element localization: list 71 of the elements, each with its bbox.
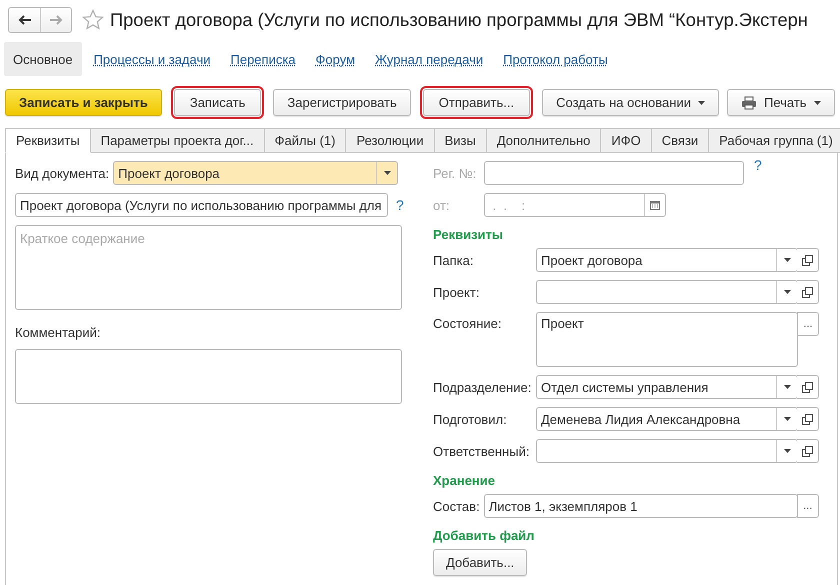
section-link[interactable]: Протокол работы — [495, 42, 616, 76]
field-label: Состояние: — [433, 315, 502, 331]
group-heading: Хранение — [433, 473, 496, 488]
toolbar-button[interactable]: Создать на основании — [542, 89, 719, 116]
tab[interactable]: Визы — [434, 128, 487, 153]
tab[interactable]: Параметры проекта дог... — [90, 128, 265, 153]
select-field[interactable]: Проект договора — [536, 248, 798, 272]
caret-icon — [784, 449, 790, 453]
input-field[interactable]: Листов 1, экземпляров 1 — [484, 494, 798, 518]
help-link[interactable]: ? — [396, 197, 404, 213]
window-title: Проект договора (Услуги по использованию программы для ЭВМ “Контур.Экстерн — [110, 9, 808, 31]
input-field[interactable] — [484, 161, 744, 185]
open-button[interactable] — [797, 407, 819, 431]
field-label: Подразделение: — [433, 380, 532, 394]
input-field[interactable]: Проект договора (Услуги по использованию программы для — [15, 193, 388, 217]
back-arrow-icon — [18, 15, 32, 25]
forward-arrow-icon — [49, 15, 63, 25]
open-window-icon — [802, 254, 813, 266]
field-label: Состав: — [433, 498, 480, 514]
select-field[interactable] — [536, 439, 798, 463]
tab[interactable]: Рабочая группа (1) — [709, 128, 840, 153]
open-window-icon — [802, 414, 813, 424]
field-label: Папка: — [433, 252, 474, 268]
open-button[interactable] — [797, 439, 819, 463]
field-label: Комментарий: — [15, 325, 102, 340]
caret-icon — [784, 417, 790, 421]
field-label: от: — [433, 198, 451, 212]
section-link[interactable]: Основное — [4, 42, 82, 76]
tab[interactable]: ИФО — [601, 128, 652, 153]
add-button[interactable]: Добавить... — [433, 549, 528, 576]
field-label: Подготовил: — [433, 412, 508, 426]
field-label: Ответственный: — [433, 444, 530, 458]
open-button[interactable] — [797, 375, 819, 399]
tab[interactable]: Дополнительно — [486, 128, 602, 153]
toolbar-button[interactable]: Печать — [726, 89, 835, 116]
caret-icon — [784, 385, 790, 389]
group-heading: Добавить файл — [433, 528, 536, 543]
printer-icon — [740, 96, 757, 110]
caret-icon — [784, 290, 790, 294]
open-button[interactable] — [797, 248, 819, 272]
field-label: Рег. №: — [433, 166, 478, 180]
caret-icon — [784, 258, 790, 262]
tab[interactable]: Резолюции — [346, 128, 435, 153]
open-window-icon — [802, 382, 813, 392]
toolbar-button[interactable]: Записать и закрыть — [5, 89, 162, 116]
group-heading: Реквизиты — [433, 227, 504, 242]
tab[interactable]: Реквизиты — [5, 128, 91, 153]
section-link[interactable]: Форум — [308, 42, 364, 76]
section-link[interactable]: Журнал передачи — [367, 42, 492, 76]
select-field[interactable]: Проект договора — [113, 161, 398, 185]
open-window-icon — [802, 286, 813, 298]
open-window-icon — [802, 446, 813, 456]
section-link[interactable]: Процессы и задачи — [86, 42, 218, 76]
calendar-icon — [650, 200, 660, 210]
select-field[interactable] — [536, 280, 798, 304]
open-button[interactable] — [797, 280, 819, 304]
choose-button[interactable]: ... — [796, 494, 819, 518]
toolbar-button[interactable]: Зарегистрировать — [273, 89, 411, 116]
select-field[interactable]: Деменева Лидия Александровна — [536, 407, 798, 431]
field-label: Проект: — [433, 284, 480, 300]
field-label: Вид документа: — [15, 166, 110, 180]
choose-button[interactable]: ... — [797, 312, 819, 336]
text-area[interactable]: Проект — [536, 312, 798, 367]
toolbar-button[interactable]: Записать — [174, 89, 262, 116]
tab[interactable]: Связи — [652, 128, 710, 153]
star-icon[interactable] — [82, 9, 104, 30]
toolbar-button[interactable]: Отправить... — [422, 89, 530, 116]
select-field[interactable]: Отдел системы управления — [536, 375, 798, 399]
section-link[interactable]: Переписка — [222, 42, 304, 76]
tab[interactable]: Файлы (1) — [264, 128, 346, 153]
caret-icon — [384, 171, 391, 175]
